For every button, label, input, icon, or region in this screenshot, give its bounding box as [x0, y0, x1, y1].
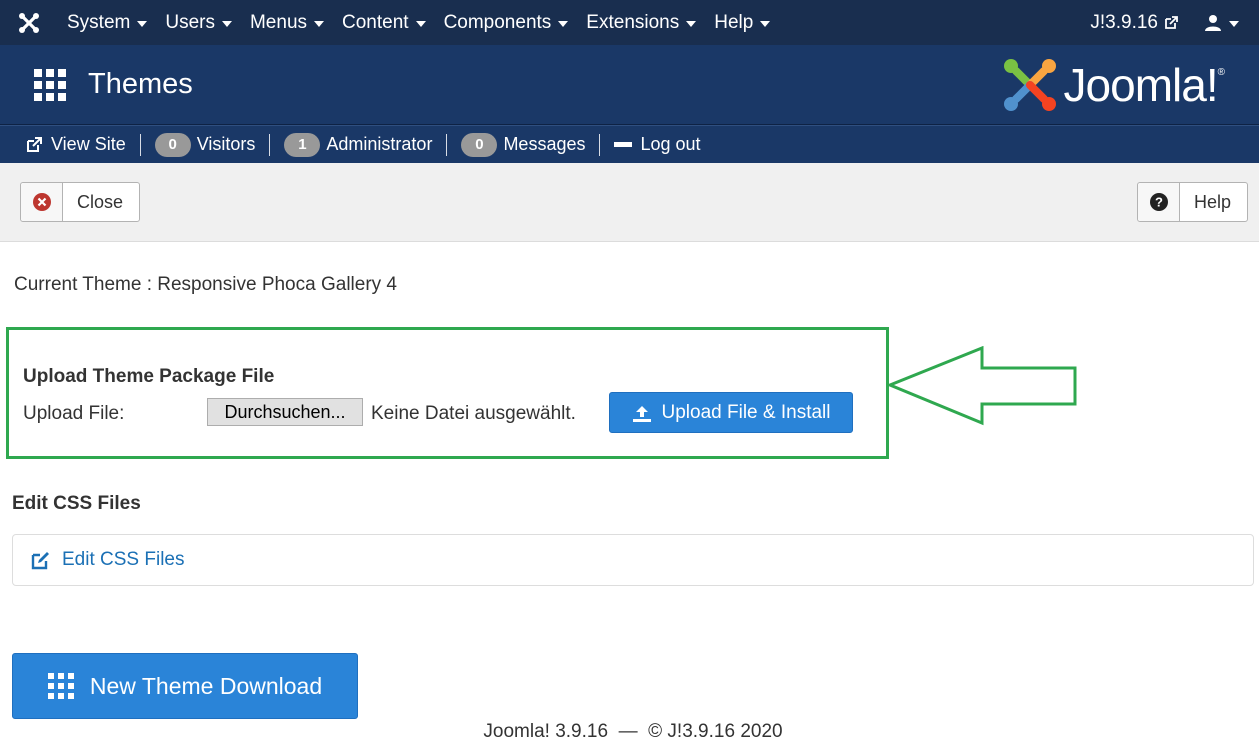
help-label: Help: [1194, 191, 1232, 212]
svg-text:?: ?: [1155, 195, 1163, 210]
caret-down-icon: [1229, 20, 1239, 27]
edit-icon: [31, 551, 49, 569]
close-icon: [21, 183, 63, 221]
caret-down-icon: [221, 20, 232, 27]
menu-label: Extensions: [586, 11, 680, 33]
caret-down-icon: [415, 20, 426, 27]
browse-file-button[interactable]: Durchsuchen...: [207, 398, 363, 426]
edit-css-link[interactable]: Edit CSS Files: [31, 549, 184, 571]
edit-css-panel: Edit CSS Files: [12, 534, 1254, 586]
menu-extensions[interactable]: Extensions: [577, 0, 705, 45]
menu-label: Menus: [249, 11, 308, 33]
question-icon: ?: [1138, 183, 1180, 221]
toolbar: Close ? Help: [0, 163, 1259, 242]
user-menu[interactable]: [1190, 14, 1259, 32]
version-label: J!3.9.16: [1090, 11, 1158, 33]
menu-label: Components: [443, 11, 552, 33]
administrator-badge: 1: [284, 132, 321, 157]
visitors-link[interactable]: 0 Visitors: [154, 132, 256, 157]
visitors-label: Visitors: [196, 134, 256, 154]
logo-registered-mark: ®: [1217, 67, 1225, 78]
logout-label: Log out: [640, 134, 701, 154]
upload-icon: [632, 405, 651, 422]
logout-link[interactable]: Log out: [614, 134, 701, 155]
menu-system[interactable]: System: [58, 0, 156, 45]
no-file-selected-text: Keine Datei ausgewählt.: [371, 403, 576, 424]
footer-text: Joomla! 3.9.16 — © J!3.9.16 2020: [483, 721, 783, 742]
edit-css-label: Edit CSS Files: [62, 549, 185, 570]
menu-components[interactable]: Components: [435, 0, 578, 45]
caret-down-icon: [760, 20, 771, 27]
divider: [139, 133, 141, 156]
grid-icon: [47, 673, 74, 699]
upload-install-button[interactable]: Upload File & Install: [609, 392, 853, 433]
menu-content[interactable]: Content: [333, 0, 435, 45]
messages-badge: 0: [461, 132, 498, 157]
edit-css-heading: Edit CSS Files: [12, 493, 141, 514]
menu-label: Users: [165, 11, 215, 33]
page-header: Themes Joomla! ®: [0, 45, 1259, 125]
top-navbar: System Users Menus Content Components Ex…: [0, 0, 1259, 45]
view-site-link[interactable]: View Site: [26, 134, 126, 155]
grid-icon: [34, 68, 66, 101]
caret-down-icon: [137, 20, 148, 27]
divider: [599, 133, 601, 156]
status-bar: View Site 0 Visitors 1 Administrator 0 M…: [0, 125, 1259, 163]
visitors-badge: 0: [154, 132, 191, 157]
caret-down-icon: [314, 20, 325, 27]
menu-label: Help: [714, 11, 754, 33]
administrator-link[interactable]: 1 Administrator: [284, 132, 433, 157]
divider: [269, 133, 271, 156]
divider: [446, 133, 448, 156]
new-theme-download-label: New Theme Download: [89, 672, 323, 699]
page-title: Themes: [88, 68, 193, 100]
help-button[interactable]: ? Help: [1137, 182, 1248, 222]
topnav-right: J!3.9.16: [1078, 0, 1259, 45]
menu-menus[interactable]: Menus: [241, 0, 333, 45]
external-link-icon: [1165, 15, 1178, 29]
joomla-logo-icon: [1003, 59, 1056, 111]
administrator-label: Administrator: [326, 134, 433, 154]
caret-down-icon: [686, 20, 697, 27]
joomla-logo: Joomla! ®: [1002, 57, 1225, 113]
minus-icon: [614, 141, 633, 147]
upload-highlight-box: Upload Theme Package File Upload File: D…: [6, 327, 889, 459]
main-menu: System Users Menus Content Components Ex…: [58, 0, 779, 45]
menu-label: System: [67, 11, 131, 33]
new-theme-download-button[interactable]: New Theme Download: [12, 653, 358, 719]
upload-install-label: Upload File & Install: [661, 401, 831, 423]
menu-label: Content: [342, 11, 409, 33]
user-icon: [1205, 14, 1221, 31]
view-site-label: View Site: [51, 134, 126, 154]
close-button[interactable]: Close: [20, 182, 140, 222]
menu-users[interactable]: Users: [156, 0, 241, 45]
upload-file-label: Upload File:: [23, 403, 125, 424]
logo-text: Joomla!: [1063, 59, 1219, 111]
close-label: Close: [77, 191, 124, 212]
arrow-left-annotation-icon: [886, 346, 1077, 426]
current-theme-text: Current Theme : Responsive Phoca Gallery…: [14, 274, 397, 295]
version-link[interactable]: J!3.9.16: [1078, 12, 1190, 34]
joomla-mini-logo-icon[interactable]: [0, 0, 58, 45]
upload-title: Upload Theme Package File: [23, 366, 275, 387]
external-link-icon: [27, 136, 42, 152]
caret-down-icon: [558, 20, 569, 27]
messages-label: Messages: [503, 134, 586, 154]
menu-help[interactable]: Help: [705, 0, 779, 45]
messages-link[interactable]: 0 Messages: [461, 132, 586, 157]
